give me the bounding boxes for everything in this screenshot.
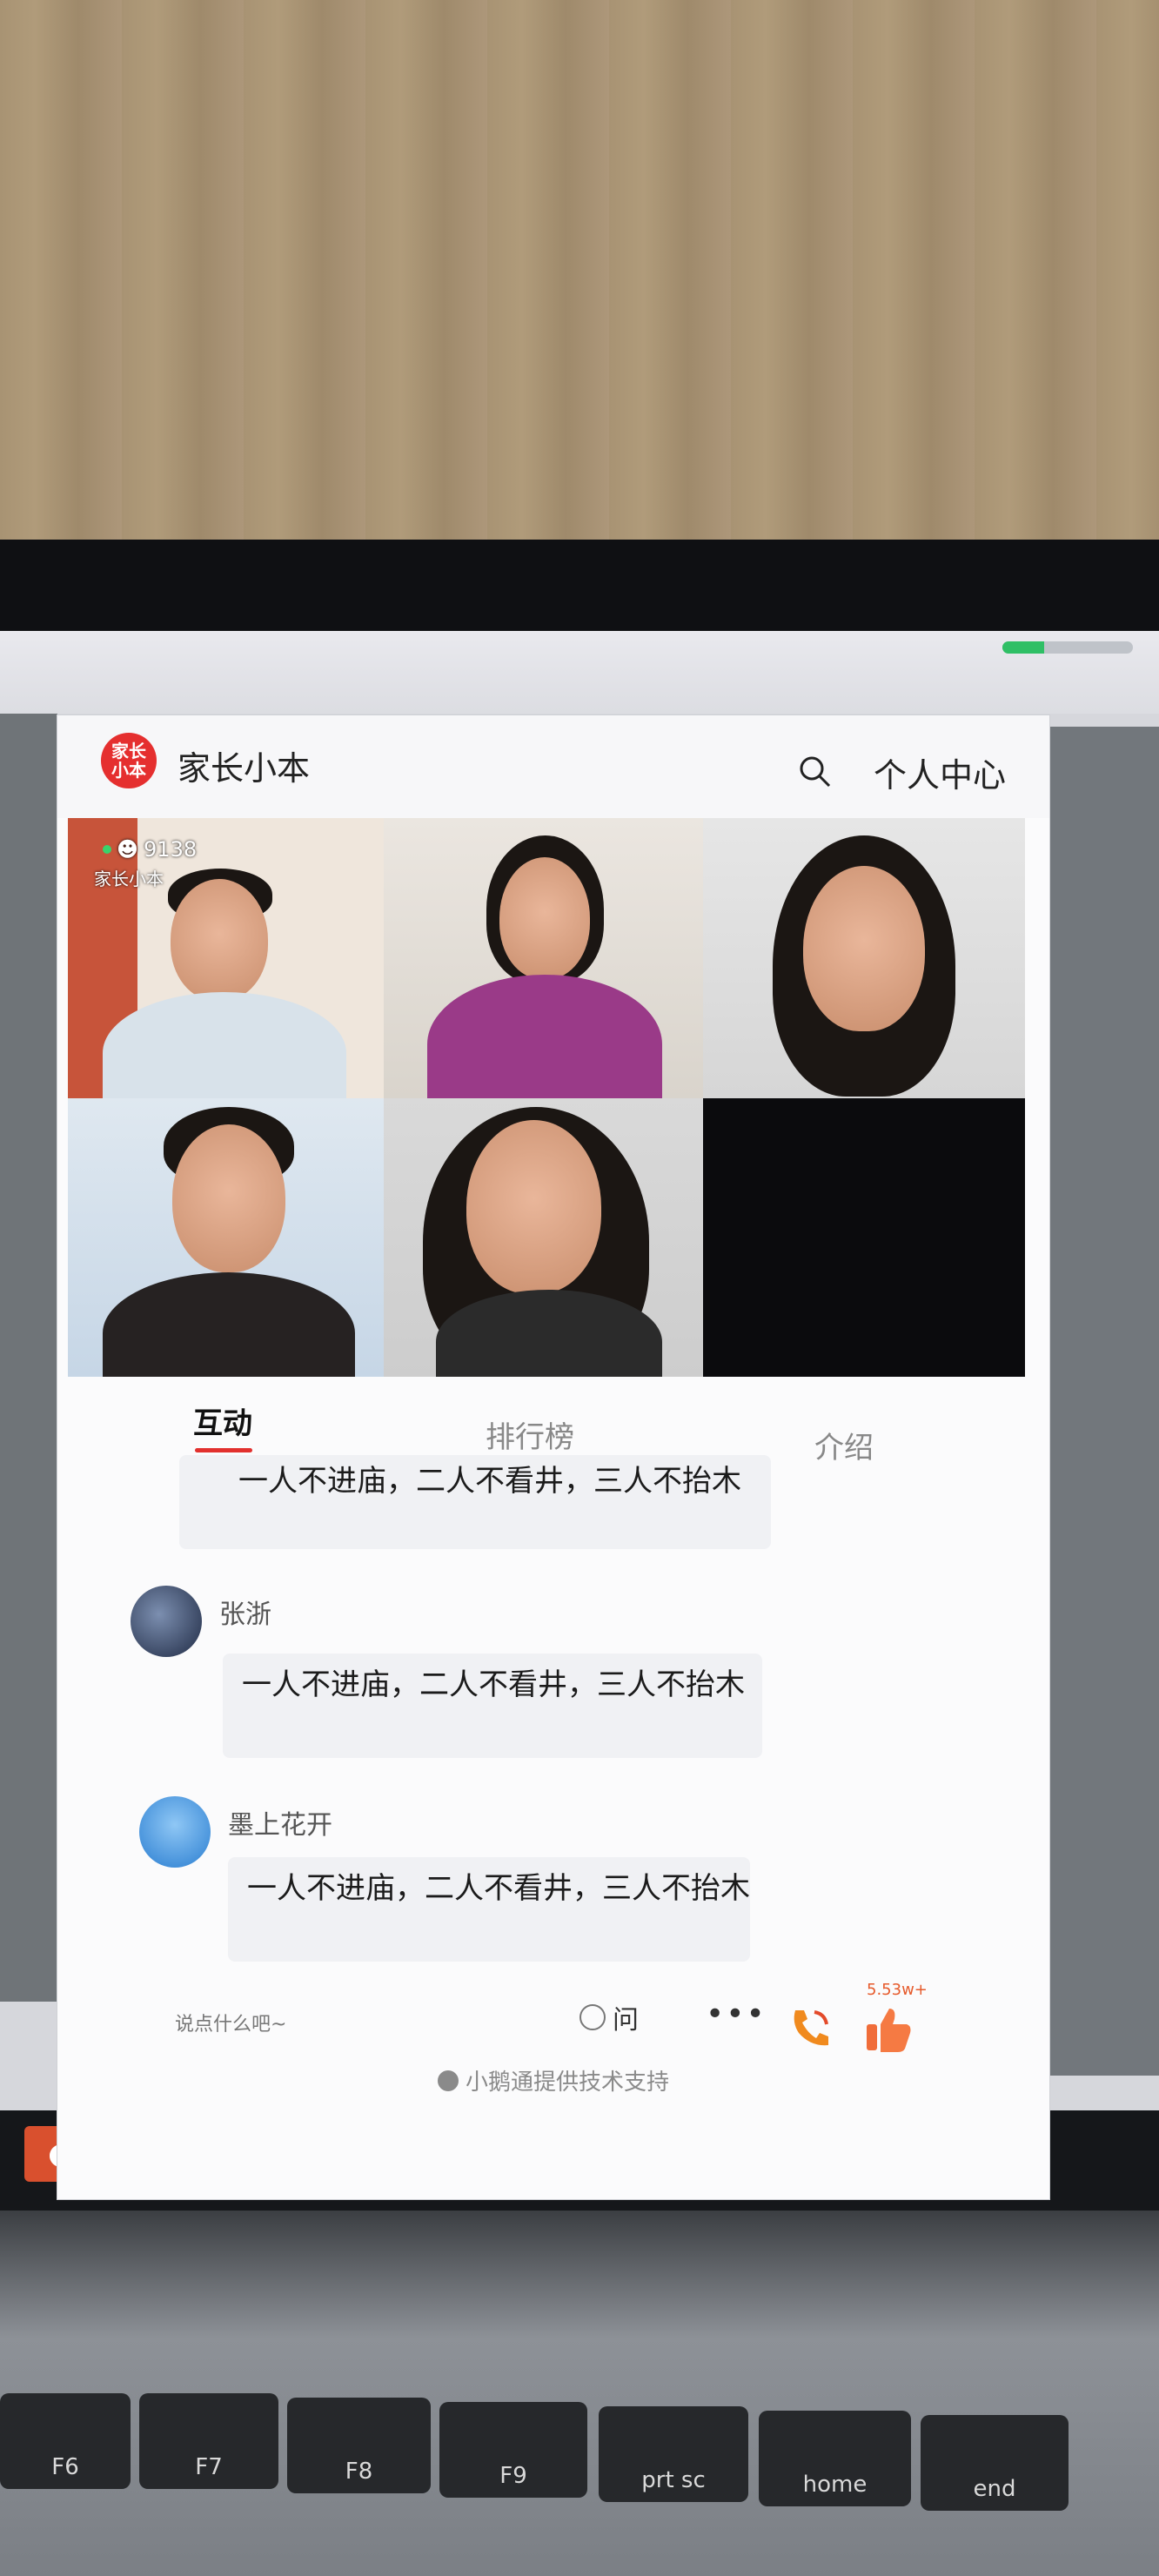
- tab-leaderboard[interactable]: 排行榜: [486, 1413, 574, 1456]
- active-tab-underline: [195, 1448, 252, 1452]
- key-f7: F7: [139, 2393, 278, 2489]
- support-logo-icon: [437, 2070, 459, 2091]
- video-tile-empty: [703, 1098, 1025, 1377]
- wall-background: [0, 0, 1159, 540]
- video-tile-participant-5[interactable]: [384, 1098, 703, 1377]
- chat-list: 一人不进庙，二人不看井，三人不抬木 张浙 一人不进庙，二人不看井，三人不抬木 墨…: [57, 1455, 1049, 2064]
- key-f8: F8: [287, 2398, 431, 2493]
- ask-label: 问: [613, 2005, 639, 2036]
- viewer-icon: ☻: [117, 837, 139, 862]
- video-tile-host[interactable]: ☻ 9138 家长小本: [68, 818, 384, 1098]
- app-title: 家长小本: [178, 749, 311, 788]
- key-home: home: [759, 2411, 911, 2506]
- chat-message-text: 一人不进庙，二人不看井，三人不抬木: [247, 1871, 750, 1906]
- key-f9: F9: [439, 2402, 587, 2498]
- chat-message-text: 一人不进庙，二人不看井，三人不抬木: [242, 1667, 745, 1702]
- app-header: 家长 小本 家长小本 个人中心: [57, 715, 1049, 818]
- tech-support-text: 小鹅通提供技术支持: [465, 2070, 669, 2096]
- screen-top-area: [0, 631, 1159, 714]
- desktop-left-area: [0, 714, 57, 2002]
- video-tile-participant-2[interactable]: [384, 818, 703, 1098]
- phone-icon[interactable]: [785, 2003, 834, 2052]
- chat-message-text: 一人不进庙，二人不看井，三人不抬木: [238, 1464, 741, 1499]
- tech-support-footer: 小鹅通提供技术支持: [57, 2064, 1049, 2096]
- avatar[interactable]: [139, 1796, 211, 1868]
- tab-interaction[interactable]: 互动: [193, 1399, 252, 1442]
- app-window: 家长 小本 家长小本 个人中心 ☻ 9138 家长小本 互动 排行榜 介绍 一人…: [57, 715, 1049, 2199]
- comment-input[interactable]: 说点什么吧~: [175, 2009, 286, 2036]
- search-icon[interactable]: [797, 754, 832, 788]
- more-icon[interactable]: •••: [706, 1996, 767, 2032]
- live-watermark: 家长小本: [94, 869, 164, 889]
- tab-bar: 互动 排行榜 介绍: [57, 1377, 1049, 1466]
- live-indicator: [103, 845, 111, 854]
- app-logo[interactable]: 家长 小本: [101, 733, 157, 788]
- chat-username: 墨上花开: [228, 1810, 332, 1841]
- viewer-count-value: 9138: [144, 837, 198, 862]
- chat-username: 张浙: [219, 1600, 271, 1630]
- video-tile-participant-4[interactable]: [68, 1098, 384, 1377]
- monitor-bezel: [0, 540, 1159, 635]
- viewer-count: ☻ 9138: [103, 837, 197, 862]
- key-f6: F6: [0, 2393, 131, 2489]
- battery-indicator: [1002, 641, 1133, 654]
- like-icon[interactable]: [861, 2003, 914, 2056]
- key-prtsc: prt sc: [599, 2406, 748, 2502]
- laptop-keyboard: F6 F7 F8 F9 prt sc home end: [0, 2210, 1159, 2576]
- user-center-link[interactable]: 个人中心: [874, 748, 1006, 796]
- ask-button[interactable]: 问: [580, 1998, 639, 2036]
- like-count: 5.53w+: [867, 1981, 928, 1999]
- ask-icon: [580, 2004, 606, 2030]
- video-tile-participant-3[interactable]: [703, 818, 1025, 1098]
- avatar[interactable]: [131, 1586, 202, 1657]
- video-grid: ☻ 9138 家长小本: [68, 818, 1025, 1377]
- key-end: end: [921, 2415, 1069, 2511]
